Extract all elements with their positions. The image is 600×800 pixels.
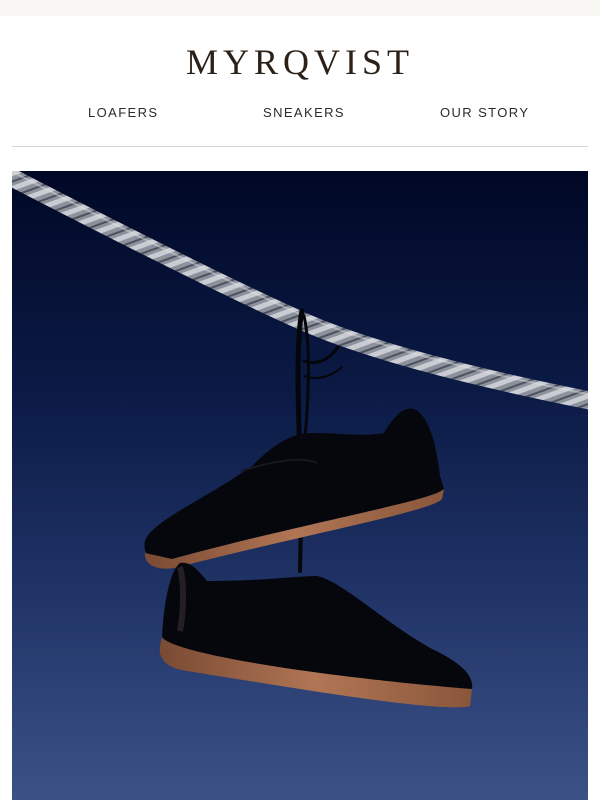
upper-sneaker <box>144 408 444 569</box>
top-bar <box>0 0 600 16</box>
nav-link-loafers[interactable]: LOAFERS <box>88 104 158 122</box>
brand-logo[interactable]: MYRQVIST <box>0 40 600 84</box>
nav-link-our-story[interactable]: OUR STORY <box>440 104 529 122</box>
hanging-sneakers-image <box>12 171 588 708</box>
hero-image[interactable] <box>12 171 588 800</box>
lower-sneaker <box>159 562 473 708</box>
nav-link-sneakers[interactable]: SNEAKERS <box>263 104 345 122</box>
header-divider <box>12 146 588 147</box>
